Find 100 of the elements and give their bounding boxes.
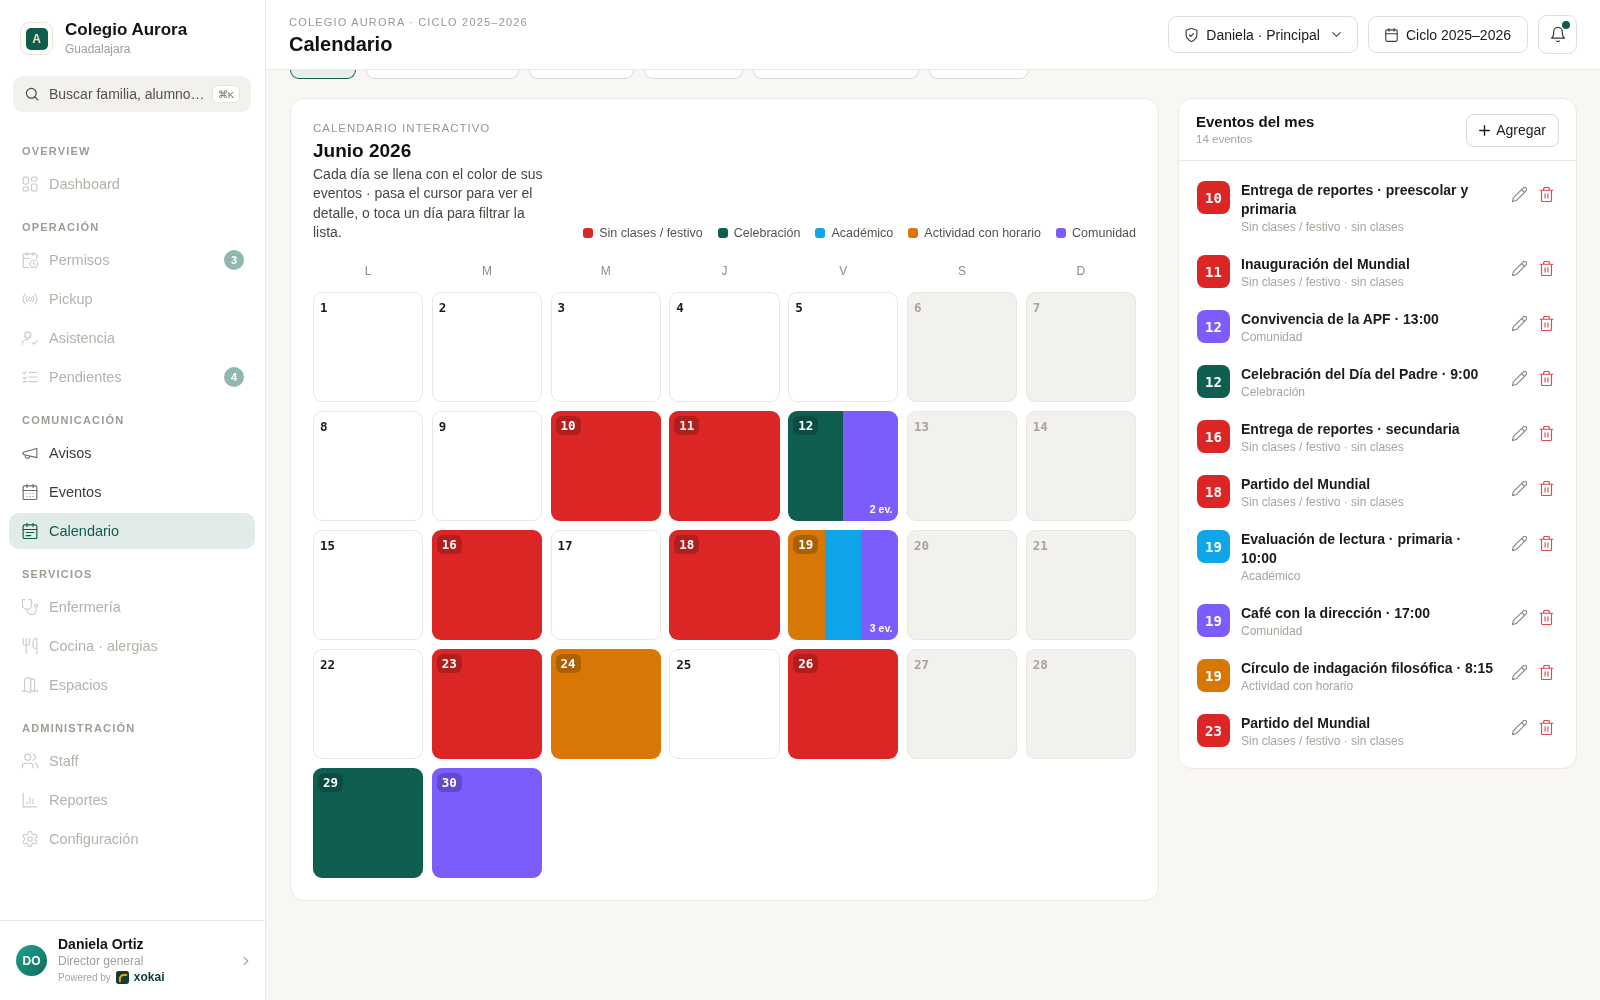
trash-icon (1538, 186, 1554, 202)
calendar-day[interactable]: 26 (788, 649, 899, 760)
event-category: Celebración (1241, 384, 1307, 400)
pencil-icon (1511, 664, 1527, 680)
edit-button[interactable] (1510, 369, 1528, 387)
delete-button[interactable] (1537, 479, 1555, 497)
event-title: Evaluación de lectura · primaria · 10:00 (1241, 530, 1463, 568)
event-category: Comunidad (1241, 329, 1304, 345)
calendar-day[interactable]: 29 (313, 768, 424, 879)
sidebar-item[interactable]: Calendario (9, 513, 255, 549)
legend-label: Celebración (733, 225, 801, 240)
delete-button[interactable] (1537, 314, 1555, 332)
calendar-day[interactable]: 16 (431, 530, 543, 641)
date-badge: 11 (1197, 255, 1230, 288)
calendar-day[interactable]: 1 (313, 292, 424, 403)
date-badge: 19 (1197, 530, 1230, 563)
count-badge: 4 (224, 367, 244, 387)
powered-by-label: Powered by (58, 971, 111, 983)
event-count: 2 ev. (869, 503, 893, 517)
checklist-icon (22, 369, 38, 385)
delete-button[interactable] (1537, 663, 1555, 681)
calendar-day[interactable]: 2 (431, 292, 543, 403)
edit-button[interactable] (1510, 534, 1528, 552)
event-category: Comunidad (1241, 623, 1304, 639)
trash-icon (1538, 719, 1554, 735)
pencil-icon (1511, 425, 1527, 441)
weekday-label: M (480, 263, 493, 280)
event-category: Sin clases / festivo · sin clases (1241, 219, 1405, 235)
sidebar-item[interactable]: Eventos (9, 474, 255, 510)
calendar-description: Cada día se llena con el color de sus eventos · pasa el cursor para ver el detalle, o toca un día para filtrar la lista. (313, 165, 544, 242)
calendar-icon (1384, 27, 1398, 42)
calendar-day[interactable]: 30 (431, 768, 543, 879)
user-name: Daniela Ortiz (58, 936, 145, 953)
edit-button[interactable] (1510, 718, 1528, 736)
grid-icon (22, 176, 38, 192)
card-eyebrow: CALENDARIO INTERACTIVO (313, 121, 492, 135)
calendar-day[interactable]: 5 (788, 292, 899, 403)
calendar-day[interactable]: 12 2 ev. (788, 411, 899, 522)
cycle-button[interactable]: Ciclo 2025–2026 (1367, 16, 1528, 53)
calendar-day[interactable]: 9 (431, 411, 543, 522)
calendar-day[interactable]: 8 (313, 411, 424, 522)
delete-button[interactable] (1537, 424, 1555, 442)
fork-knife-icon (22, 638, 38, 654)
edit-button[interactable] (1510, 608, 1528, 626)
calendar-day[interactable]: 22 (313, 649, 424, 760)
legend-label: Comunidad (1072, 225, 1136, 240)
calendar-day[interactable]: 11 (669, 411, 780, 522)
calendar-day[interactable]: 4 (669, 292, 780, 403)
calendar-day[interactable]: 18 (669, 530, 780, 641)
event-category: Sin clases / festivo · sin clases (1241, 494, 1405, 510)
trash-icon (1538, 535, 1554, 551)
calendar-day[interactable]: 24 (550, 649, 661, 760)
count-badge: 3 (224, 250, 244, 270)
calendar-icon (22, 523, 38, 539)
calendar-day[interactable]: 10 (550, 411, 661, 522)
add-button[interactable]: Agregar (1466, 113, 1559, 147)
door-icon (22, 677, 38, 693)
delete-button[interactable] (1537, 534, 1555, 552)
calendar-day[interactable]: 25 (669, 649, 780, 760)
event-category: Sin clases / festivo · sin clases (1241, 274, 1405, 290)
shield-check-icon (1185, 27, 1199, 42)
edit-button[interactable] (1510, 663, 1528, 681)
legend-label: Sin clases / festivo (599, 225, 703, 240)
calendar-day[interactable]: 17 (550, 530, 661, 641)
pencil-icon (1511, 370, 1527, 386)
calendar-day[interactable]: 3 (550, 292, 661, 403)
pencil-icon (1511, 719, 1527, 735)
logo-icon (115, 970, 129, 984)
edit-button[interactable] (1510, 314, 1528, 332)
date-badge: 16 (1197, 420, 1230, 453)
section-label: OPERACIÓN (21, 220, 101, 234)
role-menu-button[interactable]: Daniela · Principal (1168, 16, 1358, 53)
edit-button[interactable] (1510, 424, 1528, 442)
notifications-button[interactable] (1538, 15, 1577, 54)
edit-button[interactable] (1510, 259, 1528, 277)
calendar-clock-icon (22, 252, 38, 268)
delete-button[interactable] (1537, 259, 1555, 277)
calendar-day[interactable]: 15 (313, 530, 424, 641)
delete-button[interactable] (1537, 185, 1555, 203)
sidebar-item[interactable]: Avisos (9, 435, 255, 471)
delete-button[interactable] (1537, 369, 1555, 387)
pencil-icon (1511, 260, 1527, 276)
settings-icon (22, 831, 38, 847)
edit-button[interactable] (1510, 185, 1528, 203)
user-check-icon (22, 330, 38, 346)
delete-button[interactable] (1537, 718, 1555, 736)
calendar-day[interactable]: 23 (431, 649, 543, 760)
event-category: Actividad con horario (1241, 678, 1355, 694)
edit-button[interactable] (1510, 479, 1528, 497)
chevron-down-icon (1331, 32, 1341, 37)
chevron-right-icon[interactable] (243, 955, 249, 966)
breadcrumb: COLEGIO AURORA · CICLO 2025–2026 (289, 15, 528, 29)
shortcut-hint: ⌘K (211, 85, 240, 103)
weekday-label: S (957, 263, 968, 280)
delete-button[interactable] (1537, 608, 1555, 626)
event-category: Sin clases / festivo · sin clases (1241, 733, 1405, 749)
calendar-day[interactable]: 19 3 ev. (788, 530, 899, 641)
filter-chip[interactable] (290, 70, 356, 79)
event-title: Círculo de indagación filosófica · 8:15 (1241, 659, 1495, 678)
user-avatar: DO (16, 945, 47, 976)
